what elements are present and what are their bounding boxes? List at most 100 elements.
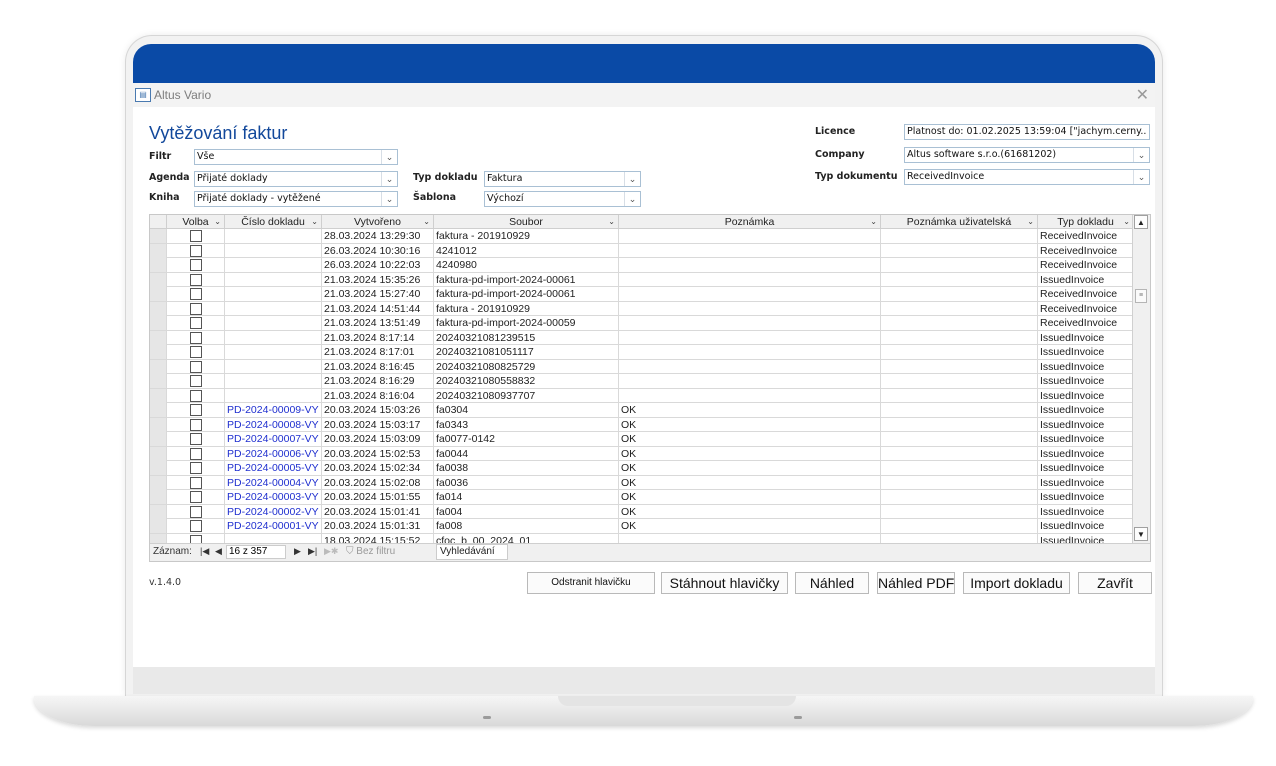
volba-cell[interactable] [167,243,225,258]
table-row[interactable]: PD-2024-00001-VY 20.03.2024 15:01:31 fa008… [150,519,1134,534]
company-combo[interactable]: Altus software s.r.o.(61681202) ⌄ [904,147,1150,163]
cislo-cell[interactable]: PD-2024-00007-VY [225,432,322,446]
volba-cell[interactable] [167,490,225,504]
sablona-combo[interactable]: Výchozí ⌄ [484,191,641,207]
column-header-cislo[interactable]: Číslo dokladu ⌄ [225,215,322,229]
row-selector[interactable] [150,345,167,359]
table-row[interactable]: PD-2024-00006-VY 20.03.2024 15:02:53 fa004… [150,446,1134,461]
volba-checkbox[interactable] [190,505,202,518]
chevron-down-icon[interactable]: ⌄ [1133,170,1149,184]
volba-checkbox[interactable] [190,288,202,300]
nahled-pdf-button[interactable]: Náhled PDF [877,572,955,594]
chevron-down-icon[interactable]: ⌄ [381,192,397,206]
scroll-up-icon[interactable]: ▲ [1134,215,1148,229]
table-row[interactable]: 21.03.2024 15:35:26 faktura-pd-import-202… [150,272,1134,287]
volba-checkbox[interactable] [190,317,202,329]
odstranit-hlavicku-button[interactable]: Odstranit hlavičku [527,572,655,594]
row-selector[interactable] [150,287,167,301]
volba-cell[interactable] [167,504,225,519]
scroll-down-icon[interactable]: ▼ [1134,527,1148,541]
filter-status[interactable]: ⛉ Bez filtru [346,545,436,559]
volba-cell[interactable] [167,374,225,388]
volba-cell[interactable] [167,229,225,243]
column-header-volba[interactable]: Volba ⌄ [167,215,225,229]
first-record-icon[interactable]: |◀ [200,546,209,557]
volba-checkbox[interactable] [190,433,202,445]
row-selector[interactable] [150,533,167,543]
cislo-cell[interactable]: PD-2024-00008-VY [225,417,322,432]
table-row[interactable]: 21.03.2024 8:16:45 20240321080825729 Issue… [150,359,1134,374]
typ-dokladu-combo[interactable]: Faktura ⌄ [484,171,641,187]
row-selector[interactable] [150,258,167,272]
row-selector[interactable] [150,243,167,258]
row-selector[interactable] [150,417,167,432]
kniha-combo[interactable]: Přijaté doklady - vytěžené ⌄ [194,191,398,207]
volba-cell[interactable] [167,316,225,330]
dropdown-arrow-icon[interactable]: ⌄ [1027,215,1034,229]
volba-checkbox[interactable] [190,491,202,503]
table-row[interactable]: 26.03.2024 10:30:16 4241012 ReceivedInvoic… [150,243,1134,258]
volba-checkbox[interactable] [190,230,202,242]
row-selector[interactable] [150,432,167,446]
row-selector[interactable] [150,388,167,403]
dropdown-arrow-icon[interactable]: ⌄ [608,215,615,229]
volba-checkbox[interactable] [190,244,202,257]
table-row[interactable]: 21.03.2024 8:16:29 20240321080558832 Issue… [150,374,1134,389]
table-row[interactable]: PD-2024-00007-VY 20.03.2024 15:03:09 fa007… [150,432,1134,447]
volba-checkbox[interactable] [190,360,202,373]
cislo-cell[interactable]: PD-2024-00004-VY [225,475,322,490]
table-row[interactable]: 21.03.2024 8:16:04 20240321080937707 Issue… [150,388,1134,403]
scroll-thumb[interactable]: ≡ [1135,289,1147,303]
dropdown-arrow-icon[interactable]: ⌄ [311,215,318,229]
row-selector[interactable] [150,504,167,519]
column-header-poznamka[interactable]: Poznámka ⌄ [619,215,881,229]
table-row[interactable]: PD-2024-00002-VY 20.03.2024 15:01:41 fa004… [150,504,1134,519]
table-row[interactable]: 21.03.2024 8:17:14 20240321081239515 Issue… [150,330,1134,345]
chevron-down-icon[interactable]: ⌄ [624,192,640,206]
agenda-combo[interactable]: Přijaté doklady ⌄ [194,171,398,187]
volba-checkbox[interactable] [190,462,202,474]
volba-checkbox[interactable] [190,534,202,543]
volba-checkbox[interactable] [190,302,202,315]
dropdown-arrow-icon[interactable]: ⌄ [870,215,877,229]
filtr-combo[interactable]: Vše ⌄ [194,149,398,165]
volba-checkbox[interactable] [190,520,202,532]
cislo-cell[interactable]: PD-2024-00003-VY [225,490,322,504]
column-header-vytvoreno[interactable]: Vytvořeno ⌄ [322,215,434,229]
volba-cell[interactable] [167,417,225,432]
volba-checkbox[interactable] [190,389,202,402]
row-selector[interactable] [150,374,167,388]
table-row[interactable]: 21.03.2024 15:27:40 faktura-pd-import-202… [150,287,1134,302]
row-selector[interactable] [150,359,167,374]
cislo-cell[interactable]: PD-2024-00002-VY [225,504,322,519]
table-row[interactable]: 21.03.2024 13:51:49 faktura-pd-import-202… [150,316,1134,331]
volba-checkbox[interactable] [190,346,202,358]
chevron-down-icon[interactable]: ⌄ [381,150,397,164]
volba-checkbox[interactable] [190,476,202,489]
chevron-down-icon[interactable]: ⌄ [624,172,640,186]
volba-cell[interactable] [167,359,225,374]
volba-cell[interactable] [167,519,225,533]
table-row[interactable]: 26.03.2024 10:22:03 4240980 ReceivedInvoic… [150,258,1134,273]
cislo-cell[interactable]: PD-2024-00009-VY [225,403,322,417]
chevron-down-icon[interactable]: ⌄ [381,172,397,186]
licence-field[interactable]: Platnost do: 01.02.2025 13:59:04 ["jachy… [904,124,1150,140]
volba-cell[interactable] [167,301,225,316]
volba-cell[interactable] [167,388,225,403]
table-row[interactable]: PD-2024-00008-VY 20.03.2024 15:03:17 fa034… [150,417,1134,432]
volba-checkbox[interactable] [190,259,202,271]
select-all-corner[interactable] [150,215,167,229]
volba-checkbox[interactable] [190,375,202,387]
volba-cell[interactable] [167,475,225,490]
dropdown-arrow-icon[interactable]: ⌄ [423,215,430,229]
volba-cell[interactable] [167,446,225,461]
column-header-soubor[interactable]: Soubor ⌄ [434,215,619,229]
row-selector[interactable] [150,519,167,533]
nahled-button[interactable]: Náhled [795,572,869,594]
volba-cell[interactable] [167,330,225,345]
table-row[interactable]: PD-2024-00009-VY 20.03.2024 15:03:26 fa030… [150,403,1134,418]
volba-checkbox[interactable] [190,447,202,460]
vertical-scrollbar[interactable]: ▲ ≡ ▼ [1132,215,1150,543]
row-selector[interactable] [150,461,167,475]
row-selector[interactable] [150,446,167,461]
